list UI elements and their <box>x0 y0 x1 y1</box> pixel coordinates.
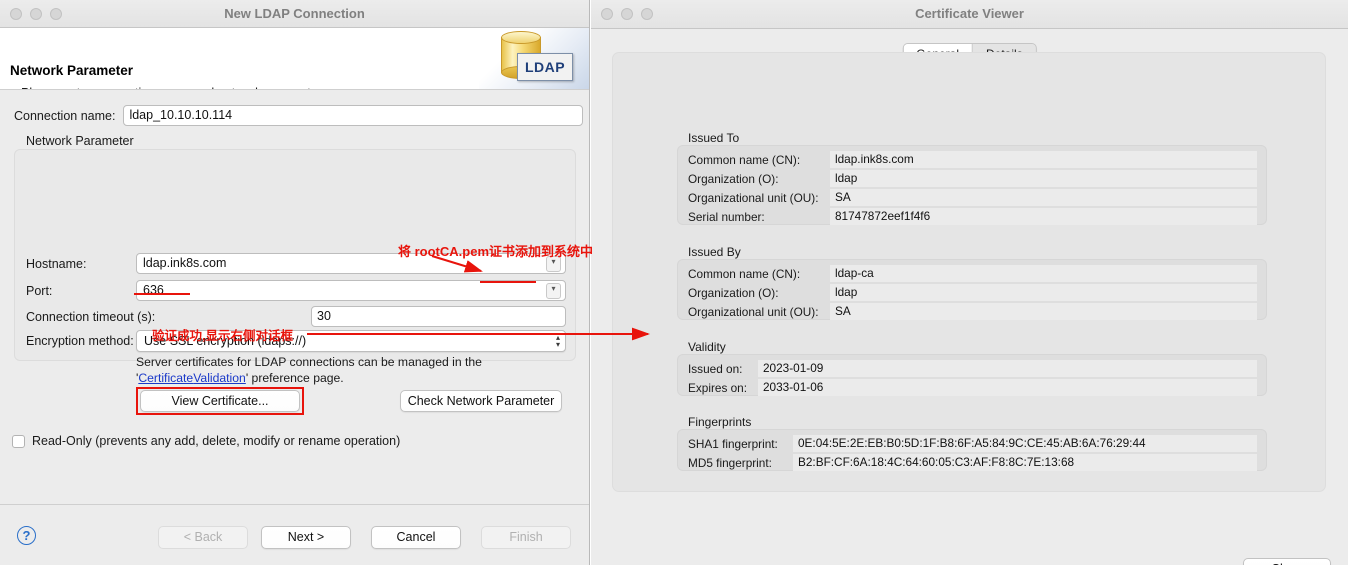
key-sha1-fingerprint: SHA1 fingerprint: <box>688 436 778 451</box>
timeout-input[interactable]: 30 <box>311 306 566 327</box>
certificate-viewer-window: Certificate Viewer General Details Issue… <box>591 0 1348 565</box>
key-expires-on: Expires on: <box>688 380 748 395</box>
key-issued-by-cn: Common name (CN): <box>688 266 801 281</box>
right-traffic-lights <box>601 8 653 20</box>
key-issued-to-ou: Organizational unit (OU): <box>688 190 819 205</box>
read-only-row[interactable]: Read-Only (prevents any add, delete, mod… <box>12 434 400 448</box>
row-issued-to-ou: Organizational unit (OU): SA <box>688 189 1257 206</box>
certificate-link-part1[interactable]: Certificate <box>138 371 193 385</box>
value-md5-fingerprint[interactable]: B2:BF:CF:6A:18:4C:64:60:05:C3:AF:F8:8C:7… <box>793 454 1257 471</box>
hostname-label: Hostname: <box>26 256 87 271</box>
updown-chevron-icon[interactable]: ▴ ▾ <box>556 334 560 349</box>
left-window-titlebar: New LDAP Connection <box>0 0 589 28</box>
port-value: 636 <box>143 283 164 297</box>
row-issued-to-cn: Common name (CN): ldap.ink8s.com <box>688 151 1257 168</box>
left-traffic-lights <box>10 8 62 20</box>
row-md5-fingerprint: MD5 fingerprint: B2:BF:CF:6A:18:4C:64:60… <box>688 454 1257 471</box>
key-issued-to-cn: Common name (CN): <box>688 152 801 167</box>
row-issued-to-serial: Serial number: 81747872eef1f4f6 <box>688 208 1257 225</box>
note-suffix: ' preference page. <box>245 370 344 385</box>
wizard-header: Network Parameter Please enter connectio… <box>0 28 589 90</box>
network-parameter-group-label: Network Parameter <box>26 134 134 148</box>
certificate-general-panel: Issued To Common name (CN): ldap.ink8s.c… <box>612 52 1326 492</box>
minimize-light[interactable] <box>30 8 42 20</box>
zoom-light[interactable] <box>50 8 62 20</box>
timeout-label: Connection timeout (s): <box>26 309 156 324</box>
value-sha1-fingerprint[interactable]: 0E:04:5E:2E:EB:B0:5D:1F:B8:6F:A5:84:9C:C… <box>793 435 1257 452</box>
encryption-row: Encryption method: Use SSL encryption (l… <box>26 330 566 352</box>
port-combo[interactable]: 636 ▾ <box>136 280 566 301</box>
wizard-body: Connection name: ldap_10.10.10.114 Netwo… <box>0 90 589 504</box>
row-issued-by-ou: Organizational unit (OU): SA <box>688 303 1257 320</box>
value-issued-by-cn[interactable]: ldap-ca <box>830 265 1257 282</box>
next-button[interactable]: Next > <box>261 526 351 549</box>
certificate-validation-note: Server certificates for LDAP connections… <box>136 355 536 386</box>
screenshot-root: New LDAP Connection Network Parameter Pl… <box>0 0 1348 565</box>
key-md5-fingerprint: MD5 fingerprint: <box>688 455 772 470</box>
new-ldap-connection-window: New LDAP Connection Network Parameter Pl… <box>0 0 590 565</box>
left-window-title: New LDAP Connection <box>224 6 365 21</box>
row-expires-on: Expires on: 2033-01-06 <box>688 379 1257 396</box>
right-window-title: Certificate Viewer <box>915 6 1024 21</box>
section-title-fingerprints: Fingerprints <box>688 415 752 429</box>
close-light[interactable] <box>601 8 613 20</box>
row-issued-to-o: Organization (O): ldap <box>688 170 1257 187</box>
key-issued-to-o: Organization (O): <box>688 171 779 186</box>
key-issued-on: Issued on: <box>688 361 743 376</box>
encryption-method-select[interactable]: Use SSL encryption (ldaps://) ▴ ▾ <box>136 330 566 352</box>
ldap-database-icon: LDAP <box>479 28 589 89</box>
help-icon[interactable]: ? <box>17 526 36 545</box>
port-row: Port: 636 ▾ <box>26 280 566 301</box>
back-button[interactable]: < Back <box>158 526 248 549</box>
hostname-combo[interactable]: ldap.ink8s.com ▾ <box>136 253 566 274</box>
connection-name-row: Connection name: ldap_10.10.10.114 <box>14 105 584 126</box>
minimize-light[interactable] <box>621 8 633 20</box>
certificate-viewer-body: General Details Issued To Common name (C… <box>591 29 1348 565</box>
check-network-parameter-button[interactable]: Check Network Parameter <box>400 390 562 412</box>
connection-name-input[interactable]: ldap_10.10.10.114 <box>123 105 584 126</box>
row-sha1-fingerprint: SHA1 fingerprint: 0E:04:5E:2E:EB:B0:5D:1… <box>688 435 1257 452</box>
value-issued-on[interactable]: 2023-01-09 <box>758 360 1257 377</box>
hostname-row: Hostname: ldap.ink8s.com ▾ <box>26 253 566 274</box>
value-issued-to-serial[interactable]: 81747872eef1f4f6 <box>830 208 1257 225</box>
page-title: Network Parameter <box>10 63 134 78</box>
value-issued-to-o[interactable]: ldap <box>830 170 1257 187</box>
value-issued-by-ou[interactable]: SA <box>830 303 1257 320</box>
value-expires-on[interactable]: 2033-01-06 <box>758 379 1257 396</box>
section-title-issued-to: Issued To <box>688 131 740 145</box>
key-issued-to-serial: Serial number: <box>688 209 765 224</box>
close-light[interactable] <box>10 8 22 20</box>
row-issued-by-cn: Common name (CN): ldap-ca <box>688 265 1257 282</box>
ldap-badge-label: LDAP <box>517 53 573 81</box>
key-issued-by-ou: Organizational unit (OU): <box>688 304 819 319</box>
close-button[interactable]: Close <box>1243 558 1331 565</box>
key-issued-by-o: Organization (O): <box>688 285 779 300</box>
right-window-titlebar: Certificate Viewer <box>591 0 1348 29</box>
wizard-footer: ? < Back Next > Cancel Finish <box>0 504 589 565</box>
row-issued-on: Issued on: 2023-01-09 <box>688 360 1257 377</box>
value-issued-to-cn[interactable]: ldap.ink8s.com <box>830 151 1257 168</box>
row-issued-by-o: Organization (O): ldap <box>688 284 1257 301</box>
connection-name-label: Connection name: <box>14 108 116 123</box>
hostname-value: ldap.ink8s.com <box>143 256 227 270</box>
section-title-issued-by: Issued By <box>688 245 741 259</box>
timeout-row: Connection timeout (s): 30 <box>26 306 566 327</box>
section-title-validity: Validity <box>688 340 726 354</box>
value-issued-to-ou[interactable]: SA <box>830 189 1257 206</box>
view-certificate-button[interactable]: View Certificate... <box>140 390 300 412</box>
certificate-link-part2[interactable]: Validation <box>193 371 246 385</box>
encryption-method-value: Use SSL encryption (ldaps://) <box>144 334 307 348</box>
chevron-down-icon[interactable]: ▾ <box>546 256 561 272</box>
read-only-label: Read-Only (prevents any add, delete, mod… <box>32 434 401 448</box>
zoom-light[interactable] <box>641 8 653 20</box>
cancel-button[interactable]: Cancel <box>371 526 461 549</box>
encryption-label: Encryption method: <box>26 334 134 348</box>
read-only-checkbox[interactable] <box>12 434 25 448</box>
value-issued-by-o[interactable]: ldap <box>830 284 1257 301</box>
chevron-down-icon[interactable]: ▾ <box>546 283 561 299</box>
port-label: Port: <box>26 283 53 298</box>
finish-button[interactable]: Finish <box>481 526 571 549</box>
